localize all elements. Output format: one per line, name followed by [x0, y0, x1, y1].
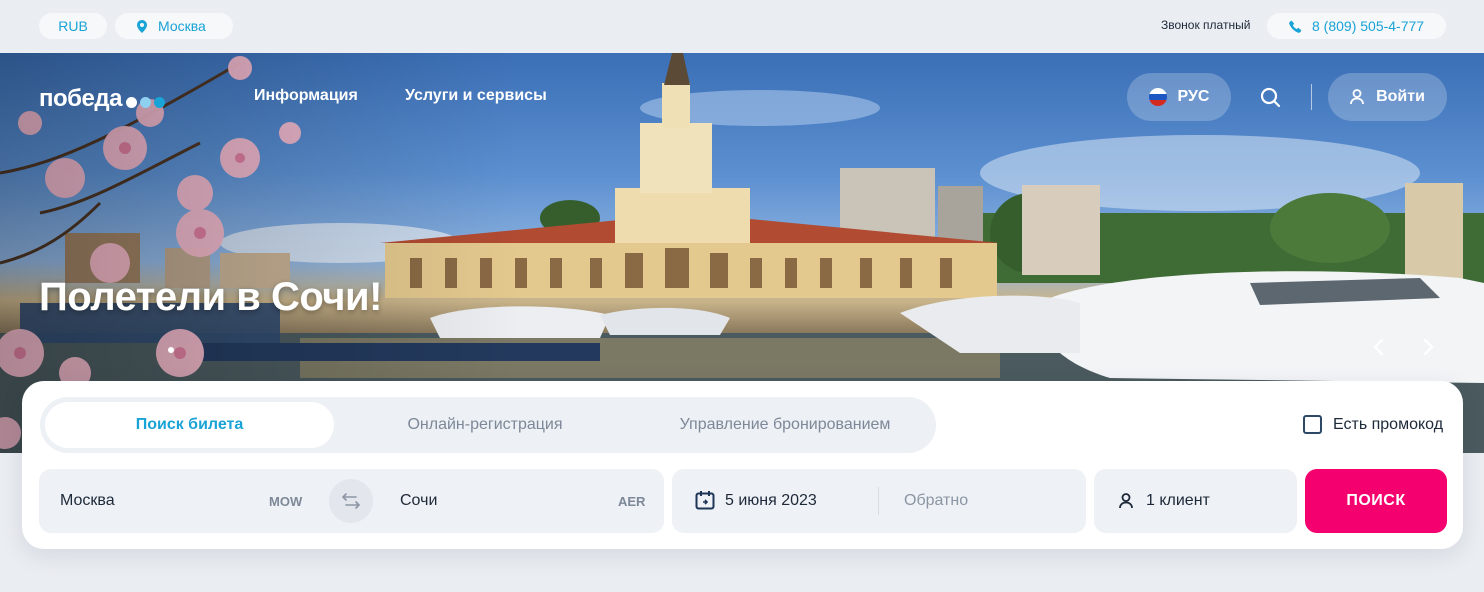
nav-services[interactable]: Услуги и сервисы — [405, 87, 547, 105]
calendar-icon — [695, 491, 715, 510]
swap-arrows-icon — [342, 493, 360, 509]
hero-headline: Полетели в Сочи! — [39, 275, 382, 319]
chevron-left-icon[interactable] — [1368, 336, 1390, 358]
phone-link[interactable]: 8 (809) 505-4-777 — [1267, 13, 1446, 39]
call-note: Звонок платный — [1161, 18, 1251, 32]
language-button[interactable]: РУС — [1127, 73, 1231, 121]
passengers-label: 1 клиент — [1146, 492, 1210, 509]
city-selector[interactable]: Москва — [115, 13, 233, 39]
utility-bar: RUB Москва Звонок платный 8 (809) 505-4-… — [0, 0, 1484, 53]
search-button[interactable]: ПОИСК — [1305, 469, 1447, 533]
phone-number: 8 (809) 505-4-777 — [1312, 18, 1425, 34]
search-icon[interactable] — [1260, 87, 1282, 109]
tab-ticket-search[interactable]: Поиск билета — [45, 402, 334, 448]
currency-label: RUB — [58, 18, 88, 34]
phone-icon — [1289, 20, 1302, 33]
chevron-right-icon[interactable] — [1417, 336, 1439, 358]
logo-dot — [125, 96, 137, 108]
tab-online-checkin[interactable]: Онлайн-регистрация — [340, 402, 630, 448]
logo-dots — [125, 96, 168, 108]
russia-flag-icon — [1148, 88, 1167, 106]
dates-field: 5 июня 2023 Обратно — [672, 469, 1086, 533]
checkbox[interactable] — [1303, 415, 1322, 434]
slide-indicator[interactable] — [168, 347, 174, 353]
user-icon — [1119, 493, 1133, 509]
origin-input[interactable]: Москва — [60, 492, 115, 510]
tab-manage-booking[interactable]: Управление бронированием — [640, 402, 930, 448]
swap-button[interactable] — [326, 476, 376, 526]
nav-information[interactable]: Информация — [254, 87, 358, 105]
logo-dot — [139, 96, 151, 108]
location-pin-icon — [137, 19, 147, 33]
logo[interactable]: победа — [39, 85, 168, 113]
booking-tabs: Поиск билета Онлайн-регистрация Управлен… — [40, 397, 936, 453]
origin-code: MOW — [269, 493, 303, 509]
date-divider — [878, 487, 879, 515]
departure-date-input[interactable]: 5 июня 2023 — [725, 492, 817, 510]
header-divider — [1311, 84, 1312, 110]
booking-card: Поиск билета Онлайн-регистрация Управлен… — [22, 381, 1463, 549]
user-icon — [1350, 89, 1364, 105]
logo-text: победа — [39, 85, 122, 112]
login-label: Войти — [1376, 88, 1425, 105]
currency-selector[interactable]: RUB — [39, 13, 107, 39]
passengers-field[interactable]: 1 клиент — [1094, 469, 1297, 533]
destination-code: AER — [618, 493, 646, 509]
route-field: Москва MOW Сочи AER — [39, 469, 664, 533]
promo-checkbox[interactable]: Есть промокод — [1303, 415, 1443, 434]
return-date-input[interactable]: Обратно — [904, 492, 968, 510]
destination-input[interactable]: Сочи — [400, 492, 437, 510]
login-button[interactable]: Войти — [1328, 73, 1447, 121]
promo-label: Есть промокод — [1333, 415, 1444, 433]
language-label: РУС — [1177, 88, 1210, 105]
logo-dot — [153, 96, 165, 108]
city-label: Москва — [158, 18, 206, 34]
